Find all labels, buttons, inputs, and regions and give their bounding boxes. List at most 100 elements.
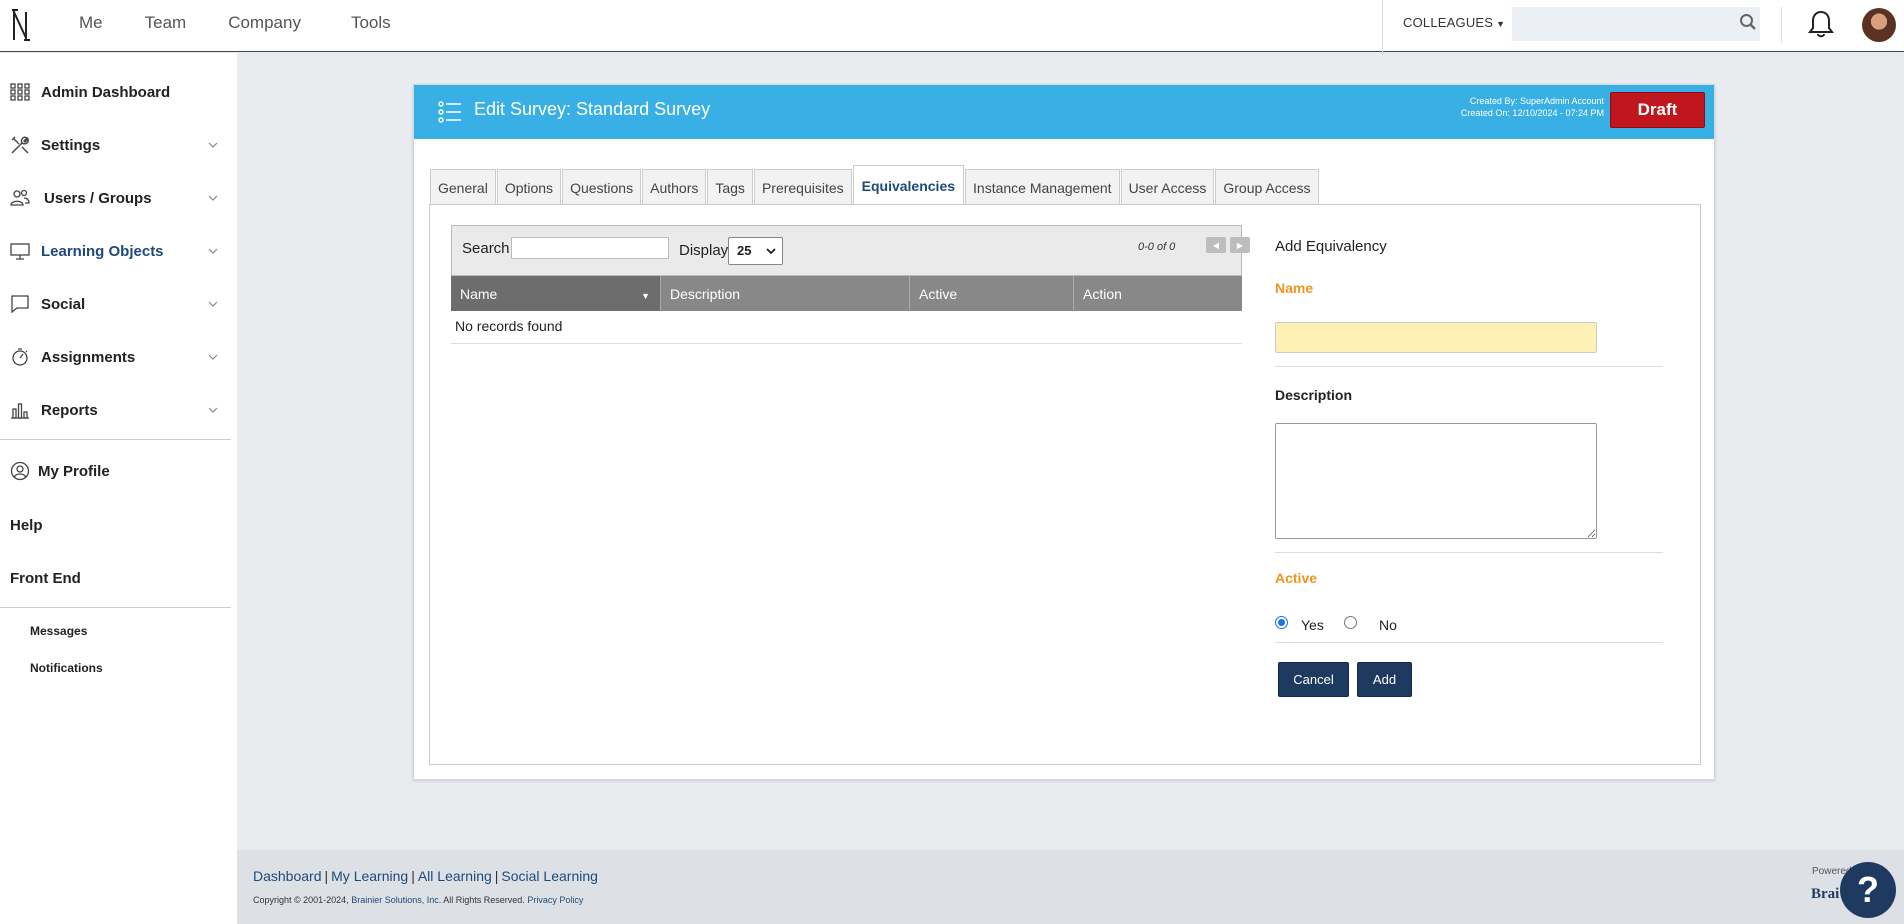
active-label: Active (1275, 570, 1318, 586)
chevron-down-icon (208, 142, 218, 148)
brand-wordmark: Brai (1811, 886, 1840, 902)
form-title: Add Equivalency (1275, 238, 1387, 255)
footer-links: Dashboard | My Learning | All Learning | Socia… (253, 868, 598, 884)
equivalency-table: Search Display 25 0-0 of 0 ◀ ▶ Name ▼ De… (451, 225, 1250, 344)
top-bar: Me Team Company Tools COLLEAGUES ▼ (0, 0, 1904, 52)
colleagues-label: COLLEAGUES (1403, 15, 1494, 30)
sidebar-divider (0, 439, 231, 440)
sidebar-item-label: Users / Groups (44, 189, 152, 207)
sidebar: Admin Dashboard Settings Users / Groups … (0, 53, 237, 924)
draft-status-button[interactable]: Draft (1610, 92, 1705, 128)
sidebar-item-front-end[interactable]: Front End (0, 558, 232, 598)
active-no-radio[interactable] (1344, 616, 1357, 629)
sidebar-item-help[interactable]: Help (0, 505, 232, 545)
created-info: Created By: SuperAdmin Account Created O… (1461, 95, 1604, 119)
page-title: Edit Survey: Standard Survey (474, 99, 711, 119)
display-count-select[interactable]: 25 (728, 237, 783, 265)
sidebar-item-label: Front End (10, 569, 81, 587)
sidebar-item-assignments[interactable]: Assignments (0, 337, 232, 377)
nav-tools[interactable]: Tools (351, 0, 391, 52)
form-divider (1275, 552, 1663, 553)
tab-group-access[interactable]: Group Access (1215, 169, 1319, 205)
sidebar-item-admin-dashboard[interactable]: Admin Dashboard (0, 72, 232, 112)
display-count-value: 25 (737, 243, 752, 258)
privacy-policy-link[interactable]: Privacy Policy (527, 895, 583, 905)
footer-link-my-learning[interactable]: My Learning (331, 868, 408, 884)
next-page-button[interactable]: ▶ (1230, 237, 1250, 253)
sidebar-divider (0, 607, 231, 608)
sidebar-item-reports[interactable]: Reports (0, 390, 232, 430)
triangle-right-icon: ▶ (1236, 240, 1244, 250)
tab-prerequisites[interactable]: Prerequisites (753, 169, 852, 205)
equivalency-name-input[interactable] (1275, 322, 1597, 353)
footer-link-dashboard[interactable]: Dashboard (253, 868, 322, 884)
bar-chart-icon (11, 403, 29, 419)
company-link[interactable]: Brainier Solutions, Inc. (351, 895, 441, 905)
copyright: Copyright © 2001-2024, Brainier Solution… (253, 895, 583, 905)
chevron-down-icon (208, 407, 218, 413)
description-label: Description (1275, 387, 1353, 403)
table-search-input[interactable] (511, 237, 669, 259)
tab-bar: General Options Questions Authors Tags P… (430, 165, 1320, 205)
nav-me[interactable]: Me (79, 0, 103, 52)
column-label: Description (670, 285, 741, 302)
form-divider (1275, 642, 1663, 643)
tab-user-access[interactable]: User Access (1120, 169, 1215, 205)
tab-tags[interactable]: Tags (707, 169, 753, 205)
column-label: Name (460, 285, 498, 302)
colleague-search-input[interactable] (1512, 7, 1760, 41)
tab-options[interactable]: Options (496, 169, 562, 205)
active-yes-radio[interactable] (1275, 616, 1288, 629)
column-header-active[interactable]: Active (910, 276, 1074, 311)
sidebar-item-label: Reports (41, 401, 98, 419)
brand-logo-icon[interactable] (10, 6, 32, 44)
search-icon[interactable] (1739, 13, 1757, 31)
sidebar-item-settings[interactable]: Settings (0, 125, 232, 165)
search-label: Search (462, 240, 510, 257)
stopwatch-icon (12, 348, 28, 366)
sidebar-item-label: Learning Objects (41, 242, 164, 260)
panel-header: Edit Survey: Standard Survey Created By:… (414, 85, 1714, 139)
tab-general[interactable]: General (430, 169, 496, 205)
column-header-description[interactable]: Description (661, 276, 910, 311)
tab-equivalencies[interactable]: Equivalencies (852, 165, 965, 205)
chat-icon (11, 295, 29, 314)
yes-label: Yes (1301, 617, 1324, 633)
tab-instance-management[interactable]: Instance Management (965, 169, 1120, 205)
sidebar-item-label: Settings (41, 136, 101, 154)
chevron-down-icon (208, 354, 218, 360)
bell-icon[interactable] (1807, 9, 1835, 39)
sidebar-item-learning-objects[interactable]: Learning Objects (0, 231, 232, 271)
footer-link-all-learning[interactable]: All Learning (418, 868, 492, 884)
sidebar-item-users-groups[interactable]: Users / Groups (0, 178, 232, 218)
add-button[interactable]: Add (1357, 662, 1412, 697)
no-label: No (1379, 617, 1397, 633)
column-header-name[interactable]: Name ▼ (451, 276, 661, 311)
link-separator: | (494, 868, 499, 884)
empty-state-row: No records found (451, 311, 1242, 344)
sidebar-item-label: Help (10, 516, 43, 534)
prev-page-button[interactable]: ◀ (1206, 237, 1226, 253)
display-label: Display (679, 242, 729, 259)
cancel-button[interactable]: Cancel (1278, 662, 1349, 697)
equivalency-description-textarea[interactable] (1275, 423, 1597, 539)
footer-link-social-learning[interactable]: Social Learning (501, 868, 598, 884)
link-separator: | (324, 868, 329, 884)
sidebar-link-messages[interactable]: Messages (30, 624, 87, 638)
sidebar-link-notifications[interactable]: Notifications (30, 661, 103, 675)
colleagues-dropdown[interactable]: COLLEAGUES ▼ (1382, 0, 1505, 52)
created-by: Created By: SuperAdmin Account (1469, 96, 1604, 106)
sidebar-item-social[interactable]: Social (0, 284, 232, 324)
user-avatar[interactable] (1862, 8, 1896, 42)
sidebar-item-my-profile[interactable]: My Profile (0, 451, 232, 491)
nav-team[interactable]: Team (145, 0, 187, 52)
footer: Dashboard | My Learning | All Learning | Socia… (237, 850, 1904, 924)
tools-icon (11, 136, 29, 154)
nav-company[interactable]: Company (228, 0, 301, 52)
tab-questions[interactable]: Questions (562, 169, 642, 205)
grid-icon (10, 83, 30, 101)
tab-content: Search Display 25 0-0 of 0 ◀ ▶ Name ▼ De… (429, 204, 1701, 765)
name-label: Name (1275, 280, 1314, 296)
help-button[interactable]: ? (1840, 862, 1896, 918)
tab-authors[interactable]: Authors (642, 169, 707, 205)
